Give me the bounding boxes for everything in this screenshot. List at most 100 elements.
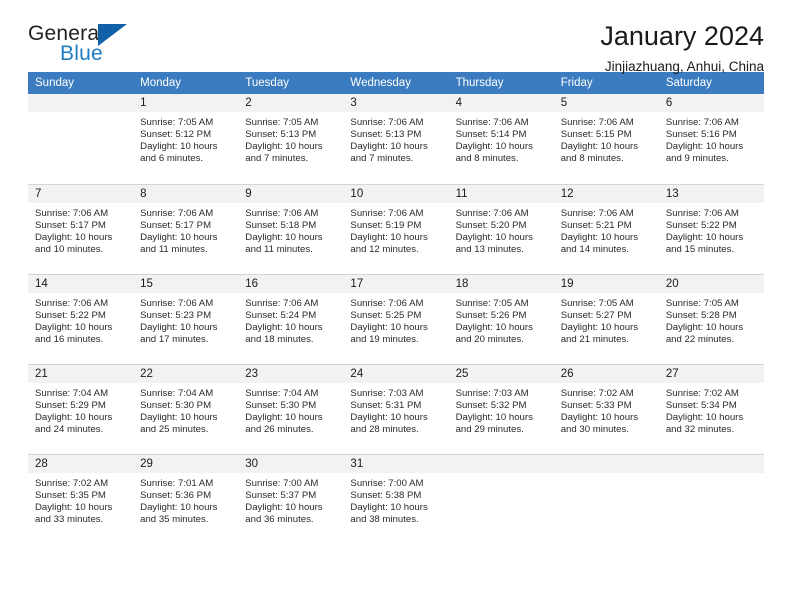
calendar-day-cell[interactable]: 11 Sunrise: 7:06 AM Sunset: 5:20 PM Dayligh… [448,183,554,274]
calendar-day-cell[interactable]: 31 Sunrise: 7:00 AM Sunset: 5:38 PM Dayligh… [343,453,449,544]
day-number: 28 [28,454,134,473]
sunrise-time: Sunrise: 7:03 AM [350,387,424,399]
sunrise-time: Sunrise: 7:00 AM [350,477,424,489]
calendar-day-cell[interactable]: 1 Sunrise: 7:05 AM Sunset: 5:12 PM Daylight… [133,94,239,184]
calendar-body: 1 Sunrise: 7:05 AM Sunset: 5:12 PM Daylight… [28,94,764,544]
page-title: January 2024 [600,21,764,51]
calendar-day-cell[interactable]: 2 Sunrise: 7:05 AM Sunset: 5:13 PM Daylight… [238,94,344,184]
calendar-day-cell[interactable]: 24 Sunrise: 7:03 AM Sunset: 5:31 PM Dayligh… [343,363,449,454]
daylight-duration-line1: Daylight: 10 hours [35,501,113,513]
day-cell-inner [448,454,554,545]
sunrise-time: Sunrise: 7:02 AM [560,387,634,399]
day-number: 7 [28,184,134,203]
calendar-day-cell[interactable]: 26 Sunrise: 7:02 AM Sunset: 5:33 PM Dayligh… [553,363,659,454]
calendar-day-cell[interactable]: 25 Sunrise: 7:03 AM Sunset: 5:32 PM Dayligh… [448,363,554,454]
weekday-header-monday: Monday [133,72,239,94]
calendar-day-cell[interactable]: 10 Sunrise: 7:06 AM Sunset: 5:19 PM Dayligh… [343,183,449,274]
calendar-day-cell[interactable]: 17 Sunrise: 7:06 AM Sunset: 5:25 PM Dayligh… [343,273,449,364]
calendar-day-cell[interactable]: 13 Sunrise: 7:06 AM Sunset: 5:22 PM Dayligh… [658,183,764,274]
calendar-day-cell[interactable]: 12 Sunrise: 7:06 AM Sunset: 5:21 PM Dayligh… [553,183,659,274]
calendar-day-cell[interactable]: 19 Sunrise: 7:05 AM Sunset: 5:27 PM Dayligh… [553,273,659,364]
day-number: 24 [343,364,449,383]
sunrise-time: Sunrise: 7:06 AM [350,297,424,309]
daylight-duration-line1: Daylight: 10 hours [560,141,639,153]
sunset-time: Sunset: 5:28 PM [665,309,737,321]
day-cell-inner: 20 Sunrise: 7:05 AM Sunset: 5:28 PM Dayligh… [658,274,764,364]
daylight-duration-line1: Daylight: 10 hours [560,231,639,243]
calendar-day-cell[interactable]: 14 Sunrise: 7:06 AM Sunset: 5:22 PM Dayligh… [28,273,134,364]
daylight-duration-line2: and 12 minutes. [350,243,419,255]
calendar-day-cell[interactable]: 27 Sunrise: 7:02 AM Sunset: 5:34 PM Dayligh… [658,363,764,454]
calendar-day-cell[interactable]: 21 Sunrise: 7:04 AM Sunset: 5:29 PM Dayligh… [28,363,134,454]
day-cell-inner: 14 Sunrise: 7:06 AM Sunset: 5:22 PM Dayligh… [28,274,134,364]
sunrise-time: Sunrise: 7:06 AM [245,297,319,309]
daylight-duration-line2: and 15 minutes. [665,243,735,255]
sunrise-time: Sunrise: 7:05 AM [560,297,634,309]
day-details: Sunrise: 7:02 AM Sunset: 5:34 PM Daylight:… [659,383,764,436]
calendar-day-cell[interactable]: 3 Sunrise: 7:06 AM Sunset: 5:13 PM Daylight… [343,94,449,184]
daylight-duration-line2: and 21 minutes. [560,333,629,345]
day-number: 11 [448,184,554,203]
sunset-time: Sunset: 5:23 PM [140,309,212,321]
day-number: 26 [553,364,659,383]
day-details: Sunrise: 7:05 AM Sunset: 5:26 PM Daylight:… [449,293,554,346]
sunrise-time: Sunrise: 7:02 AM [35,477,109,489]
day-details: Sunrise: 7:03 AM Sunset: 5:32 PM Daylight:… [449,383,554,436]
calendar-day-cell[interactable]: 20 Sunrise: 7:05 AM Sunset: 5:28 PM Dayligh… [658,273,764,364]
calendar-page: General Blue January 2024 Jinjiazhuang, … [0,0,792,612]
daylight-duration-line1: Daylight: 10 hours [665,411,744,423]
day-number: 16 [238,274,344,293]
sunrise-time: Sunrise: 7:06 AM [560,207,634,219]
daylight-duration-line2: and 22 minutes. [665,333,735,345]
daylight-duration-line1: Daylight: 10 hours [350,411,428,423]
sunset-time: Sunset: 5:24 PM [245,309,317,321]
calendar-day-cell[interactable]: 28 Sunrise: 7:02 AM Sunset: 5:35 PM Dayligh… [28,453,134,544]
calendar-day-cell[interactable]: 16 Sunrise: 7:06 AM Sunset: 5:24 PM Dayligh… [238,273,344,364]
day-cell-inner: 15 Sunrise: 7:06 AM Sunset: 5:23 PM Dayligh… [133,274,239,364]
day-details: Sunrise: 7:06 AM Sunset: 5:17 PM Daylight:… [28,203,133,256]
weekday-header-friday: Friday [553,72,659,94]
day-number: 22 [133,364,239,383]
calendar-day-cell[interactable]: 5 Sunrise: 7:06 AM Sunset: 5:15 PM Daylight… [553,94,659,184]
sunrise-time: Sunrise: 7:05 AM [245,117,319,128]
daylight-duration-line2: and 32 minutes. [665,423,735,435]
calendar-day-cell[interactable]: 23 Sunrise: 7:04 AM Sunset: 5:30 PM Dayligh… [238,363,344,454]
daylight-duration-line1: Daylight: 10 hours [350,321,428,333]
day-number: 27 [658,364,764,383]
calendar-day-cell[interactable]: 7 Sunrise: 7:06 AM Sunset: 5:17 PM Daylight… [28,183,134,274]
page-subtitle: Jinjiazhuang, Anhui, China [604,59,764,75]
calendar-day-cell[interactable]: 15 Sunrise: 7:06 AM Sunset: 5:23 PM Dayligh… [133,273,239,364]
daylight-duration-line2: and 18 minutes. [245,333,314,345]
daylight-duration-line2: and 8 minutes. [560,153,624,165]
sunrise-time: Sunrise: 7:04 AM [35,387,109,399]
day-number: 17 [343,274,449,293]
sunrise-time: Sunrise: 7:06 AM [35,207,109,219]
day-cell-inner: 23 Sunrise: 7:04 AM Sunset: 5:30 PM Dayligh… [238,364,344,454]
daylight-duration-line1: Daylight: 10 hours [140,501,218,513]
day-cell-inner: 27 Sunrise: 7:02 AM Sunset: 5:34 PM Dayligh… [658,364,764,454]
calendar-day-cell[interactable]: 30 Sunrise: 7:00 AM Sunset: 5:37 PM Dayligh… [238,453,344,544]
calendar-day-cell [553,453,659,544]
daylight-duration-line2: and 38 minutes. [350,513,419,525]
calendar-day-cell[interactable]: 6 Sunrise: 7:06 AM Sunset: 5:16 PM Daylight… [658,94,764,184]
general-blue-logo[interactable]: General Blue [28,22,140,70]
calendar-day-cell[interactable]: 22 Sunrise: 7:04 AM Sunset: 5:30 PM Dayligh… [133,363,239,454]
calendar-day-cell[interactable]: 4 Sunrise: 7:06 AM Sunset: 5:14 PM Daylight… [448,94,554,184]
calendar-day-cell[interactable]: 8 Sunrise: 7:06 AM Sunset: 5:17 PM Daylight… [133,183,239,274]
day-number [448,454,554,473]
calendar-table: Sunday Monday Tuesday Wednesday Thursday… [28,72,764,544]
day-number: 18 [448,274,554,293]
day-number: 31 [343,454,449,473]
weekday-header-thursday: Thursday [448,72,554,94]
sunset-time: Sunset: 5:31 PM [350,399,422,411]
daylight-duration-line2: and 8 minutes. [455,153,519,165]
weekday-header-saturday: Saturday [658,72,764,94]
day-cell-inner: 17 Sunrise: 7:06 AM Sunset: 5:25 PM Dayligh… [343,274,449,364]
day-details: Sunrise: 7:06 AM Sunset: 5:17 PM Daylight:… [133,203,238,256]
sunset-time: Sunset: 5:38 PM [350,489,422,501]
day-details: Sunrise: 7:01 AM Sunset: 5:36 PM Daylight:… [133,473,238,526]
calendar-day-cell[interactable]: 9 Sunrise: 7:06 AM Sunset: 5:18 PM Daylight… [238,183,344,274]
calendar-day-cell[interactable]: 18 Sunrise: 7:05 AM Sunset: 5:26 PM Dayligh… [448,273,554,364]
calendar-day-cell[interactable]: 29 Sunrise: 7:01 AM Sunset: 5:36 PM Dayligh… [133,453,239,544]
day-number: 3 [343,94,449,112]
